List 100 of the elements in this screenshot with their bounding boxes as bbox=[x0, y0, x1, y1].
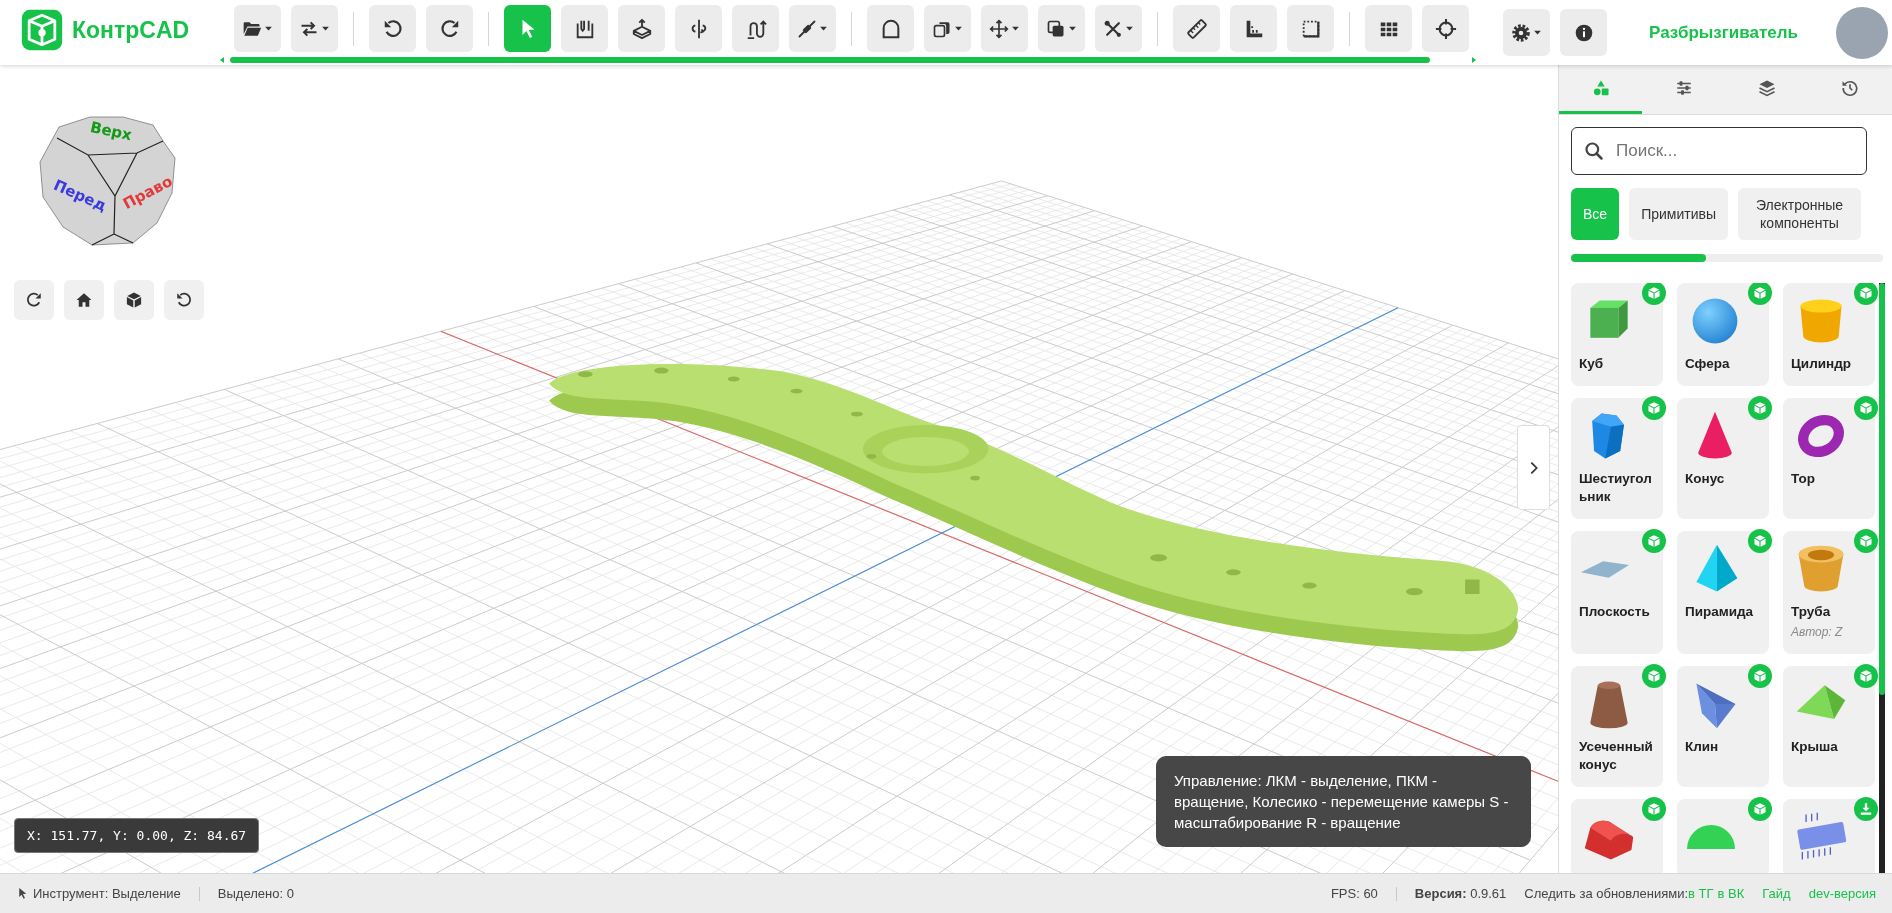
pen-icon bbox=[797, 18, 817, 39]
tool-button[interactable] bbox=[291, 5, 338, 52]
home-icon bbox=[75, 291, 93, 309]
item-label: Куб bbox=[1579, 355, 1605, 373]
cube-icon bbox=[1753, 286, 1767, 300]
cube-icon bbox=[1753, 401, 1767, 415]
caret-icon bbox=[1533, 28, 1543, 37]
item-label: Пирамида bbox=[1685, 603, 1755, 621]
catalog-card[interactable]: Конус bbox=[1677, 398, 1769, 519]
catalog-card[interactable]: Тор bbox=[1783, 398, 1875, 519]
item-label: Плоскость bbox=[1579, 603, 1651, 621]
catalog-card[interactable]: Усеченный конус bbox=[1571, 666, 1663, 787]
filter-chip[interactable]: Примитивы bbox=[1629, 188, 1728, 240]
tool-button[interactable] bbox=[867, 5, 914, 52]
view-button[interactable] bbox=[164, 280, 204, 320]
catalog-card[interactable] bbox=[1571, 799, 1663, 873]
caret-icon bbox=[321, 24, 330, 33]
tool-status: Инструмент: Выделение bbox=[33, 886, 181, 901]
info-button[interactable] bbox=[1560, 9, 1608, 56]
caret-icon bbox=[1068, 24, 1077, 33]
app-name: КонтрCAD bbox=[72, 16, 190, 44]
item-label: Шестиугольник bbox=[1579, 470, 1653, 506]
cube-icon bbox=[1647, 534, 1661, 548]
cube-icon bbox=[1647, 401, 1661, 415]
settings-icon bbox=[1511, 22, 1532, 43]
search-field[interactable]: Поиск... bbox=[1571, 127, 1867, 175]
tool-button[interactable] bbox=[1173, 5, 1220, 52]
fps-counter: FPS: 60 bbox=[1330, 886, 1378, 901]
version-label: Версия: 0.9.61 bbox=[1414, 886, 1507, 901]
item-label: Усеченный конус bbox=[1579, 738, 1654, 774]
history-icon bbox=[1841, 79, 1860, 97]
tool-button[interactable] bbox=[1365, 5, 1412, 52]
controls-tooltip: Управление: ЛКМ - выделение, ПКМ - вращение, Колесико - перемещение камеры S - масштабирование R - вращение bbox=[1156, 756, 1531, 847]
item-label: Конус bbox=[1685, 470, 1726, 488]
box-arrow-icon bbox=[630, 17, 653, 40]
tool-button[interactable] bbox=[561, 5, 608, 52]
tool-button[interactable] bbox=[1230, 5, 1277, 52]
tool-button[interactable] bbox=[675, 5, 722, 52]
cube-icon bbox=[1647, 286, 1661, 300]
catalog-card[interactable] bbox=[1783, 799, 1875, 873]
view-button[interactable] bbox=[64, 280, 104, 320]
tool-button[interactable] bbox=[789, 5, 836, 52]
tool-button[interactable] bbox=[426, 5, 473, 52]
squares-icon bbox=[1046, 18, 1066, 39]
item-label: Клин bbox=[1685, 738, 1720, 756]
caret-icon bbox=[1125, 24, 1134, 33]
catalog-card[interactable]: Куб bbox=[1571, 283, 1663, 386]
shapes-icon bbox=[1591, 79, 1610, 97]
view-button[interactable] bbox=[114, 280, 154, 320]
item-label: Крыша bbox=[1791, 738, 1839, 756]
view-button[interactable] bbox=[14, 280, 54, 320]
catalog-card[interactable]: Сфера bbox=[1677, 283, 1769, 386]
catalog-card[interactable]: Труба Автор: Z bbox=[1783, 531, 1875, 654]
tool-button[interactable] bbox=[924, 5, 971, 52]
move-icon bbox=[989, 18, 1009, 39]
catalog-card[interactable]: Шестиугольник bbox=[1571, 398, 1663, 519]
plane-drawing bbox=[1581, 560, 1629, 578]
layers-icon bbox=[1758, 79, 1777, 97]
rotate-right-icon bbox=[25, 291, 43, 309]
settings-button[interactable] bbox=[1503, 9, 1551, 56]
catalog-card[interactable]: Плоскость bbox=[1571, 531, 1663, 654]
download-icon bbox=[1859, 802, 1873, 816]
tool-button[interactable] bbox=[1287, 5, 1334, 52]
sliders-icon bbox=[1674, 79, 1693, 97]
cube-logo-icon bbox=[20, 8, 64, 52]
tool-button[interactable] bbox=[618, 5, 665, 52]
cube-icon bbox=[1859, 286, 1873, 300]
catalog-card[interactable]: Клин bbox=[1677, 666, 1769, 787]
cube-icon bbox=[1647, 669, 1661, 683]
catalog-card[interactable]: Пирамида bbox=[1677, 531, 1769, 654]
tool-button[interactable] bbox=[732, 5, 779, 52]
rotate-left-icon bbox=[175, 291, 193, 309]
item-label: Сфера bbox=[1685, 355, 1731, 373]
cube-icon bbox=[1859, 669, 1873, 683]
item-label: Труба bbox=[1791, 603, 1832, 621]
item-label: Тор bbox=[1791, 470, 1816, 488]
hemisphere-drawing bbox=[1687, 825, 1735, 849]
tool-button[interactable] bbox=[981, 5, 1028, 52]
tool-button[interactable] bbox=[369, 5, 416, 52]
caret-icon bbox=[1011, 24, 1020, 33]
ruler-icon bbox=[1185, 17, 1208, 40]
item-author: Автор: Z bbox=[1791, 624, 1844, 641]
tool-button[interactable] bbox=[1422, 5, 1469, 52]
tools-icon bbox=[1103, 18, 1123, 39]
cube-icon bbox=[1647, 802, 1661, 816]
search-icon bbox=[1584, 141, 1604, 161]
caret-icon bbox=[819, 24, 828, 33]
filter-chip[interactable]: Электронные компоненты bbox=[1738, 188, 1861, 240]
crosshair-icon bbox=[1434, 17, 1457, 40]
coordinates-readout: X: 151.77, Y: 0.00, Z: 84.67 bbox=[14, 818, 260, 853]
cube-icon bbox=[125, 291, 143, 309]
tool-button[interactable] bbox=[1038, 5, 1085, 52]
selection-count: Выделено: 0 bbox=[217, 886, 294, 901]
tool-button[interactable] bbox=[234, 5, 281, 52]
catalog-card[interactable]: Крыша bbox=[1783, 666, 1875, 787]
item-label: Цилиндр bbox=[1791, 355, 1852, 373]
cube-icon bbox=[1753, 534, 1767, 548]
catalog-card[interactable]: Цилиндр bbox=[1783, 283, 1875, 386]
cube-face-label: Верх bbox=[88, 117, 134, 145]
tool-button[interactable] bbox=[1095, 5, 1142, 52]
